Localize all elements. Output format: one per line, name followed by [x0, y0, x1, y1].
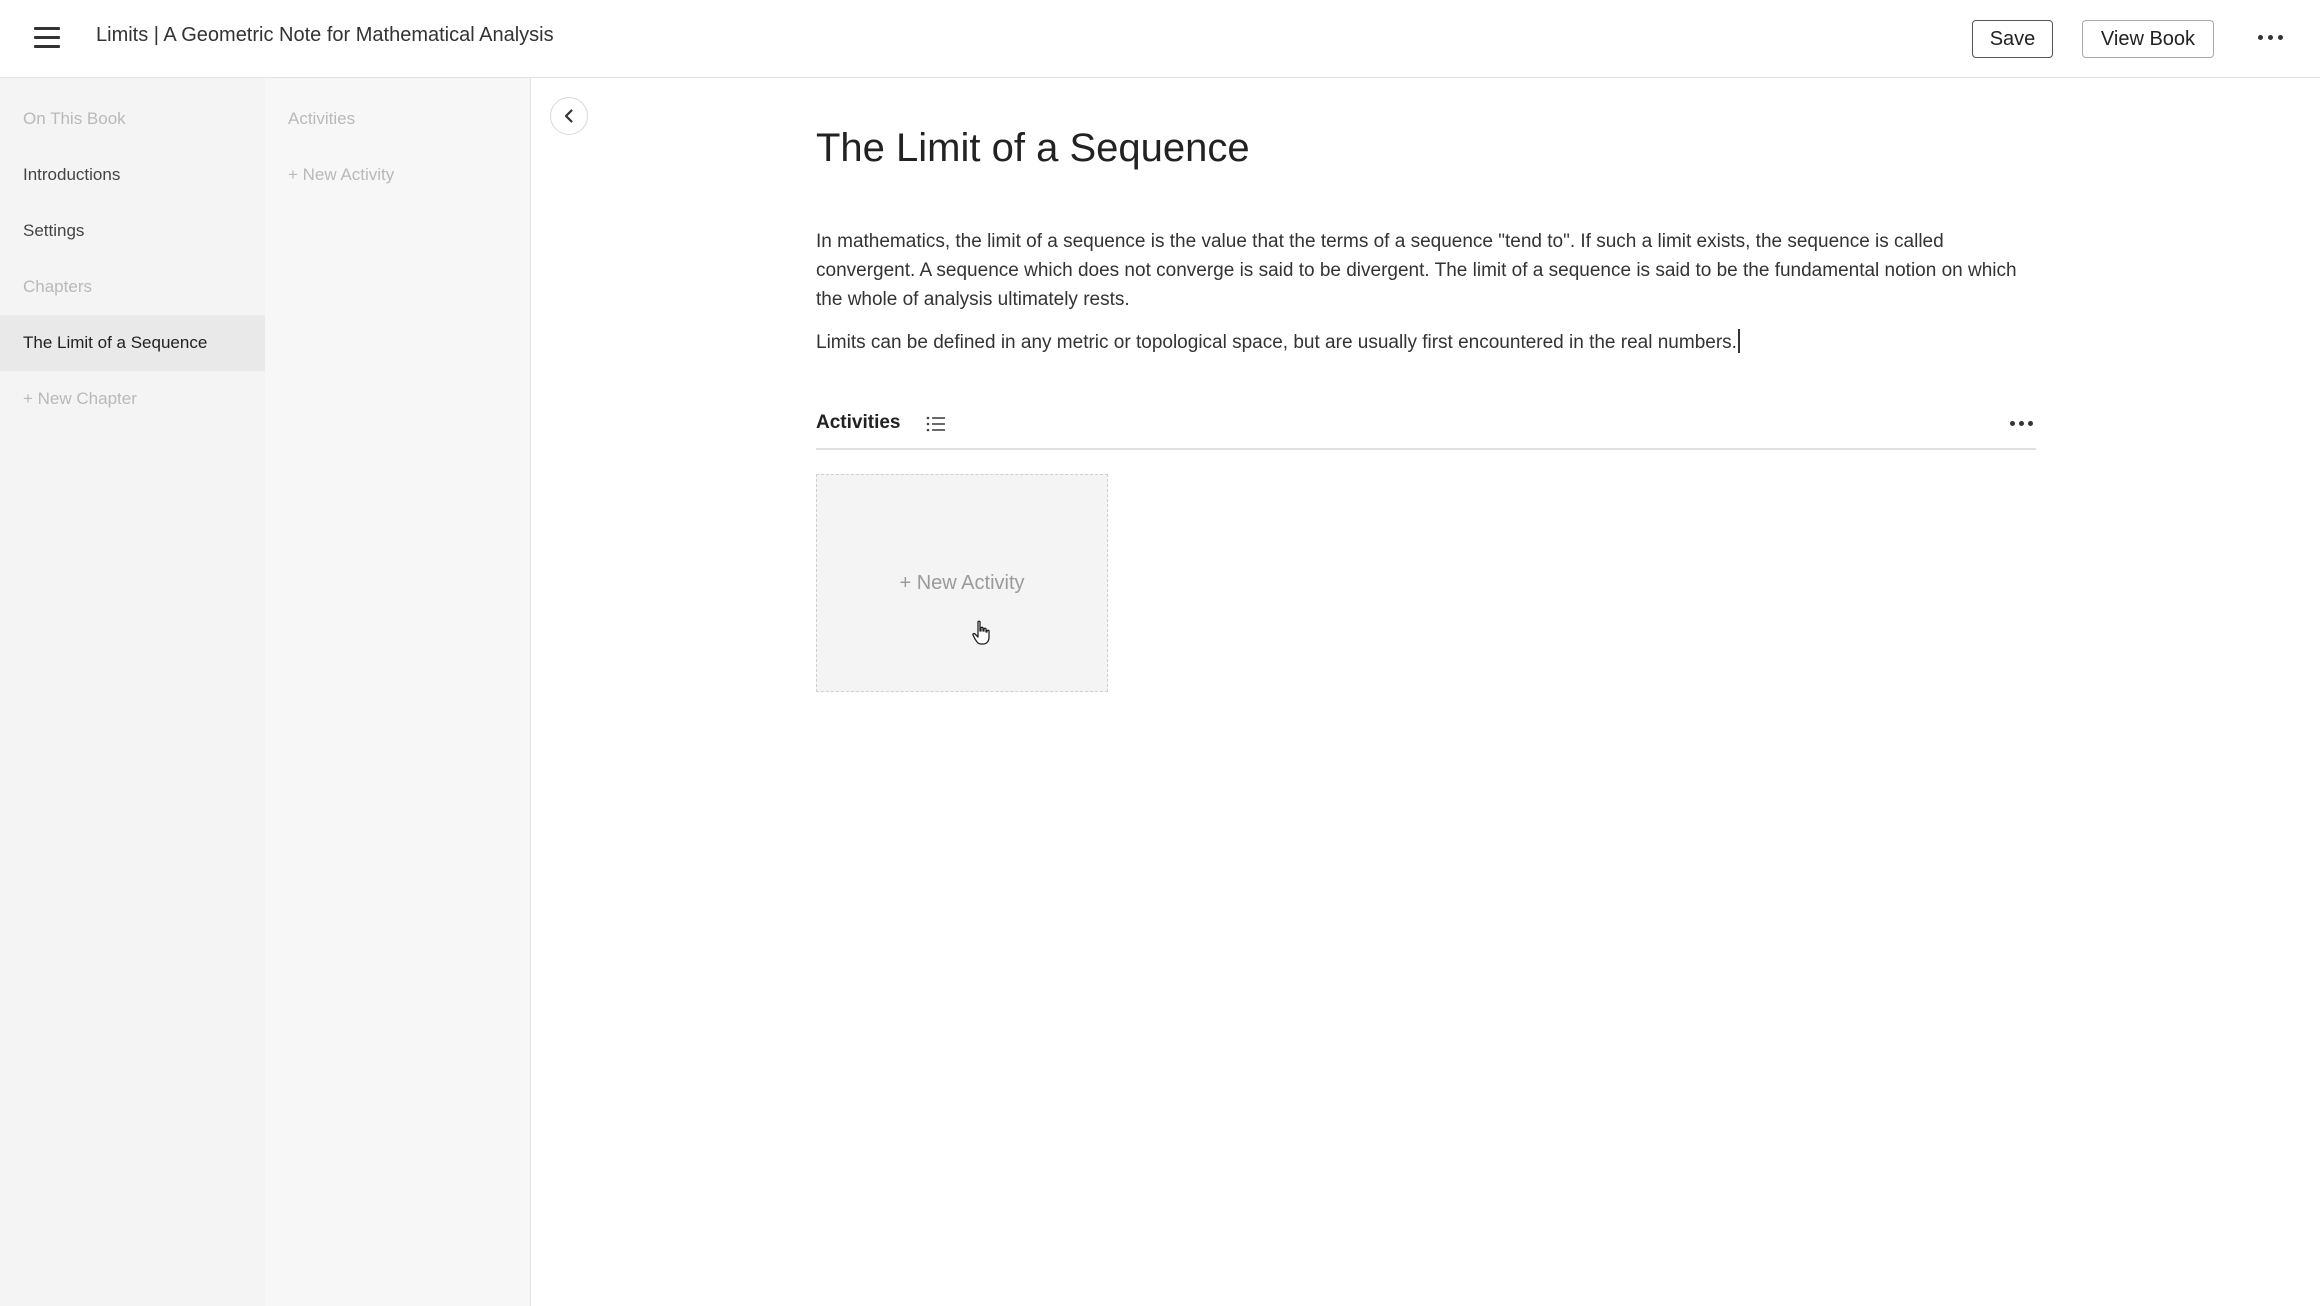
text-caret [1737, 329, 1740, 353]
chapter-paragraph-1[interactable]: In mathematics, the limit of a sequence … [816, 227, 2036, 314]
new-activity-card[interactable]: + New Activity [816, 474, 1108, 692]
new-chapter-button[interactable]: + New Chapter [0, 371, 265, 427]
sidebar-section-on-this-book: On This Book [23, 109, 126, 128]
page-title: The Limit of a Sequence [816, 126, 1250, 170]
book-sidebar: On This Book Introductions Settings Chap… [0, 78, 265, 1306]
subsidebar-new-activity-button[interactable]: + New Activity [265, 147, 530, 203]
more-options-icon[interactable] [2258, 30, 2288, 46]
hamburger-menu-icon[interactable] [34, 27, 60, 49]
activities-header: Activities [816, 410, 2036, 450]
view-book-button[interactable]: View Book [2082, 20, 2214, 58]
save-button[interactable]: Save [1972, 20, 2053, 58]
new-activity-label: + New Activity [899, 571, 1025, 594]
activities-sidebar: Activities + New Activity [265, 78, 531, 1306]
chapter-paragraph-2[interactable]: Limits can be defined in any metric or t… [816, 328, 2036, 357]
chevron-left-icon [564, 109, 573, 123]
activities-title: Activities [816, 412, 901, 433]
sidebar-item-settings[interactable]: Settings [0, 203, 265, 259]
list-icon[interactable] [926, 415, 946, 433]
top-bar: Limits | A Geometric Note for Mathematic… [0, 0, 2320, 78]
activities-more-icon[interactable] [2010, 416, 2036, 432]
collapse-sidebar-button[interactable] [550, 97, 588, 135]
sidebar-item-the-limit-of-a-sequence[interactable]: The Limit of a Sequence [0, 315, 265, 371]
sidebar-section-chapters: Chapters [23, 277, 92, 296]
subsidebar-section-activities: Activities [288, 109, 356, 128]
app-title: Limits | A Geometric Note for Mathematic… [96, 24, 554, 46]
sidebar-item-introductions[interactable]: Introductions [0, 147, 265, 203]
chapter-paragraph-2-text: Limits can be defined in any metric or t… [816, 332, 1737, 353]
